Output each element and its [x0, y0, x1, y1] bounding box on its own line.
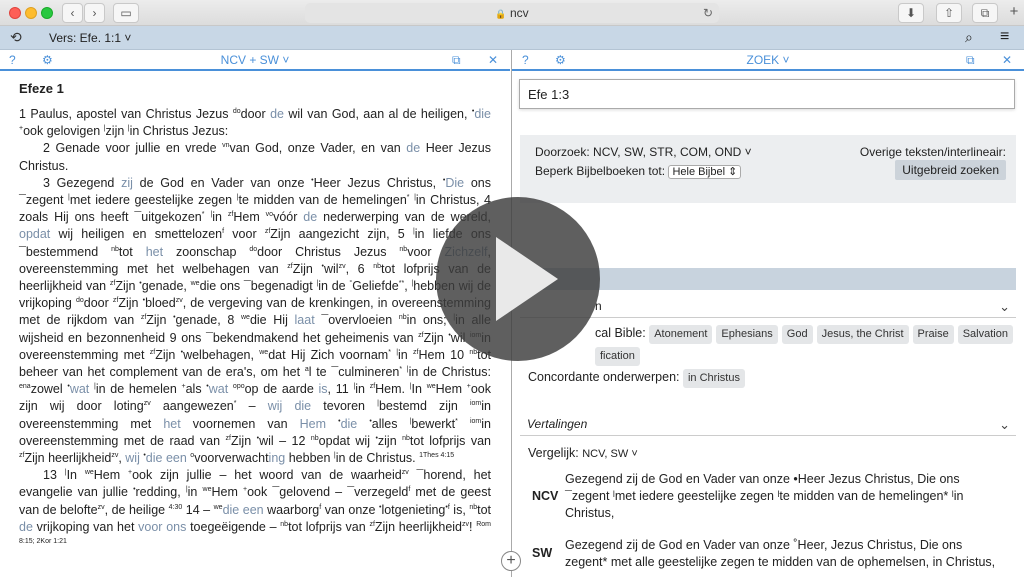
- download-icon[interactable]: ⬇: [898, 3, 924, 23]
- chevron-down-icon[interactable]: ⌄: [999, 417, 1010, 433]
- left-pane-title[interactable]: NCV + SW ˅: [0, 53, 510, 67]
- reload-icon[interactable]: ↻: [703, 3, 713, 23]
- topic-tag[interactable]: Jesus, the Christ: [816, 325, 909, 344]
- other-texts-label: Overige teksten/interlineair:: [859, 145, 1006, 159]
- topics-row-2: fication: [595, 347, 644, 366]
- translations-header[interactable]: Vertalingen: [527, 417, 587, 431]
- sw-label: SW: [532, 546, 553, 560]
- search-pane: Efe 1:3 Doorzoek: NCV, SW, STR, COM, OND…: [512, 73, 1024, 577]
- zoom-window-button[interactable]: [41, 7, 53, 19]
- lock-icon: 🔒: [495, 9, 507, 19]
- url-text: ncv: [509, 6, 529, 20]
- concordance-tag[interactable]: in Christus: [682, 369, 745, 388]
- concordance-label: Concordante onderwerpen:: [528, 370, 680, 384]
- compare-row: Vergelijk: NCV, SW ˅: [528, 445, 638, 463]
- play-icon: [496, 237, 558, 321]
- concordance-row: Concordante onderwerpen: in Christus: [528, 369, 749, 388]
- topic-tag[interactable]: Praise: [912, 325, 954, 344]
- browser-chrome: ‹ › ▭ 🔒 ncv ↻ ⬇ ⇧ ⧉ +: [0, 0, 1024, 26]
- chapter-title: Efeze 1: [19, 81, 64, 96]
- play-button[interactable]: [436, 197, 600, 361]
- limit-label: Beperk Bijbelboeken tot:: [535, 164, 666, 178]
- topics-row: cal Bible: Atonement Ephesians God Jesus, t…: [595, 325, 1017, 344]
- menu-icon[interactable]: ≡: [1000, 28, 1009, 46]
- sidebar-icon[interactable]: ▭: [113, 3, 139, 23]
- ncv-label: NCV: [532, 489, 559, 503]
- search-in-label: Doorzoek:: [535, 145, 590, 159]
- ncv-verse: Gezegend zij de God en Vader van onze •H…: [565, 472, 964, 520]
- search-icon[interactable]: ⌕: [965, 29, 973, 46]
- divider: [520, 317, 1016, 318]
- topic-tag[interactable]: Ephesians: [716, 325, 778, 344]
- share-icon[interactable]: ⇧: [936, 3, 962, 23]
- compare-label: Vergelijk:: [528, 446, 579, 460]
- search-input[interactable]: Efe 1:3: [519, 79, 1015, 109]
- forward-icon[interactable]: ›: [84, 3, 105, 23]
- topic-tag[interactable]: Atonement: [649, 325, 713, 344]
- close-icon[interactable]: ✕: [488, 53, 498, 67]
- minimize-window-button[interactable]: [25, 7, 37, 19]
- close-window-button[interactable]: [9, 7, 21, 19]
- new-tab-icon[interactable]: +: [1004, 3, 1024, 23]
- compare-select[interactable]: NCV, SW ˅: [582, 448, 638, 460]
- tabs-icon[interactable]: ⧉: [972, 3, 998, 23]
- address-bar[interactable]: 🔒 ncv ↻: [305, 3, 719, 23]
- left-pane-header: ? ⚙ NCV + SW ˅ ⧉ ✕: [0, 50, 510, 71]
- search-in-select[interactable]: NCV, SW, STR, COM, OND ˅: [593, 145, 752, 159]
- popout-icon[interactable]: ⧉: [966, 53, 975, 68]
- limit-select[interactable]: Hele Bijbel ⇕: [668, 165, 742, 179]
- popout-icon[interactable]: ⧉: [452, 53, 461, 68]
- verse-selector[interactable]: Vers: Efe. 1:1 ˅: [49, 31, 131, 45]
- right-pane-header: ? ⚙ ZOEK ˅ ⧉ ✕: [512, 50, 1024, 71]
- search-options: Doorzoek: NCV, SW, STR, COM, OND ˅ Beper…: [520, 135, 1016, 203]
- back-icon[interactable]: ‹: [62, 3, 83, 23]
- topic-tag[interactable]: God: [781, 325, 813, 344]
- history-icon[interactable]: ⟲: [10, 29, 22, 46]
- sw-verse: Gezegend zij de God en Vader van onze ˚H…: [565, 538, 996, 569]
- chevron-down-icon[interactable]: ⌄: [999, 299, 1010, 315]
- topic-tag[interactable]: Salvation: [957, 325, 1013, 344]
- bible-passage: 1 Paulus, apostel van Christus Jezus dod…: [19, 107, 492, 545]
- app-toolbar: ⟲ Vers: Efe. 1:1 ˅ ⌕ ≡: [0, 26, 1024, 50]
- topics-label: cal Bible:: [595, 326, 646, 340]
- advanced-search-button[interactable]: Uitgebreid zoeken: [895, 160, 1006, 180]
- topic-tag[interactable]: fication: [595, 347, 640, 366]
- bible-text-pane: Efeze 1 1 Paulus, apostel van Christus J…: [0, 73, 510, 577]
- close-icon[interactable]: ✕: [1002, 53, 1012, 67]
- right-pane-title[interactable]: ZOEK ˅: [512, 53, 1024, 67]
- divider: [520, 435, 1016, 436]
